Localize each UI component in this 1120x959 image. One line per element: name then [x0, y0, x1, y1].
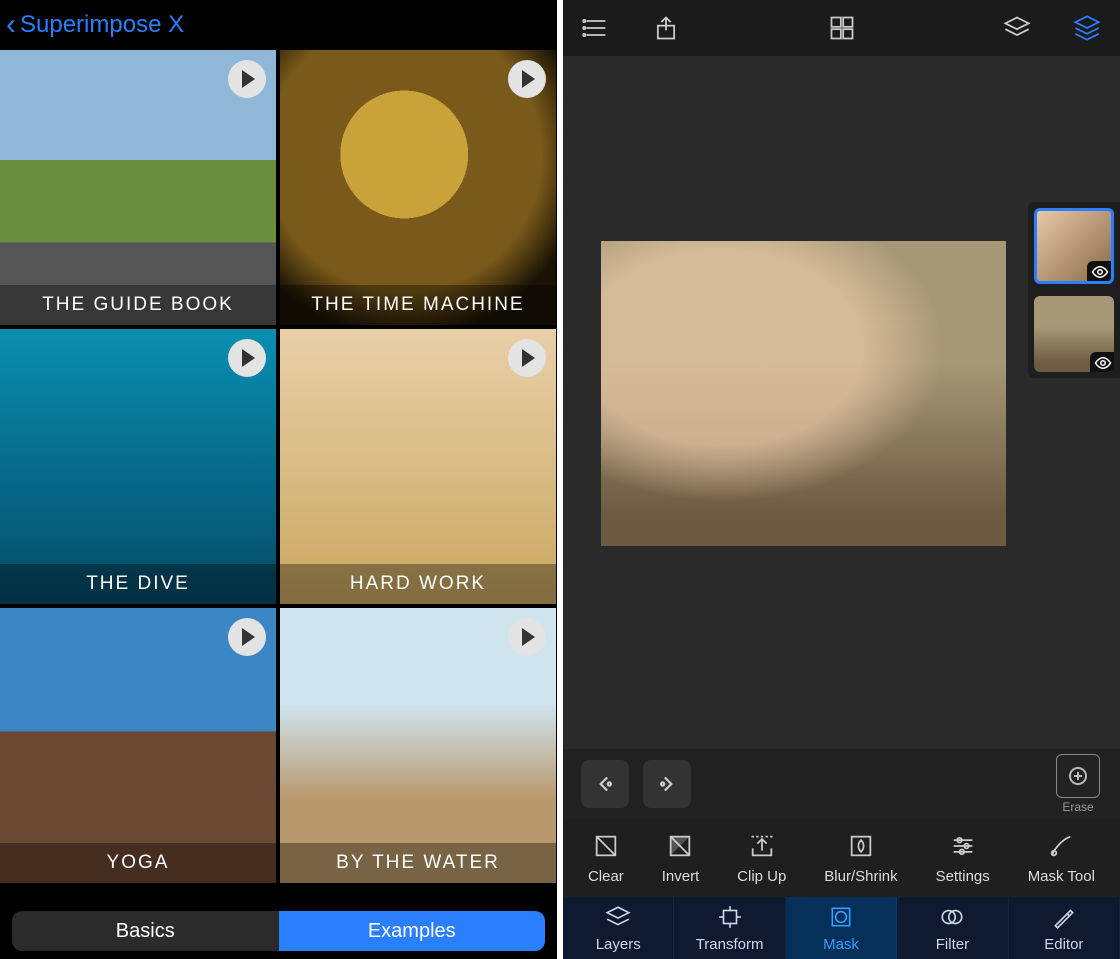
- editor-screen: Erase Clear Invert Clip Up Blur/Shrink Setti…: [563, 0, 1120, 959]
- undo-button[interactable]: [581, 760, 629, 808]
- play-icon[interactable]: [508, 618, 546, 656]
- tab-mask[interactable]: Mask: [786, 897, 897, 959]
- settings-button[interactable]: Settings: [936, 832, 990, 885]
- layer-thumbnail[interactable]: [1034, 208, 1114, 284]
- settings-icon: [949, 832, 977, 864]
- tile-caption: YOGA: [0, 843, 276, 883]
- layers-tab-icon: [605, 904, 631, 934]
- history-bar: Erase: [563, 749, 1120, 819]
- visibility-eye-icon[interactable]: [1087, 261, 1113, 283]
- tutorial-tile[interactable]: THE DIVE: [0, 329, 276, 604]
- layer-panel: [1028, 202, 1120, 378]
- tool-label: Settings: [936, 868, 990, 885]
- canvas-area[interactable]: [563, 56, 1120, 829]
- tab-transform[interactable]: Transform: [674, 897, 785, 959]
- clear-icon: [592, 832, 620, 864]
- masktool-icon: [1047, 832, 1075, 864]
- play-icon[interactable]: [508, 60, 546, 98]
- grid-icon[interactable]: [827, 13, 857, 43]
- back-chevron-icon[interactable]: ‹: [6, 8, 16, 42]
- tool-label: Invert: [662, 868, 700, 885]
- list-icon[interactable]: [581, 13, 611, 43]
- erase-label: Erase: [1062, 800, 1093, 814]
- tool-label: Mask Tool: [1028, 868, 1095, 885]
- tab-label: Filter: [936, 936, 969, 953]
- canvas-image[interactable]: [601, 241, 1006, 546]
- segment-control[interactable]: Basics Examples: [12, 911, 545, 951]
- tab-layers[interactable]: Layers: [563, 897, 674, 959]
- tile-caption: THE GUIDE BOOK: [0, 285, 276, 325]
- invert-icon: [666, 832, 694, 864]
- tutorial-tile[interactable]: THE TIME MACHINE: [280, 50, 556, 325]
- tool-label: Blur/Shrink: [824, 868, 897, 885]
- tile-caption: THE TIME MACHINE: [280, 285, 556, 325]
- blur-button[interactable]: Blur/Shrink: [824, 832, 897, 885]
- tab-label: Transform: [696, 936, 764, 953]
- layers-icon[interactable]: [1072, 13, 1102, 43]
- play-icon[interactable]: [228, 618, 266, 656]
- nav-bar: ‹ Superimpose X: [0, 0, 557, 50]
- layer-thumbnail[interactable]: [1034, 296, 1114, 372]
- tutorial-tile[interactable]: YOGA: [0, 608, 276, 883]
- tab-editor[interactable]: Editor: [1009, 897, 1120, 959]
- top-toolbar: [563, 0, 1120, 56]
- tutorial-grid: THE GUIDE BOOK THE TIME MACHINE THE DIVE…: [0, 50, 557, 883]
- mask-icon: [828, 904, 854, 934]
- tab-label: Mask: [823, 936, 859, 953]
- clear-button[interactable]: Clear: [588, 832, 624, 885]
- tab-label: Layers: [596, 936, 641, 953]
- filter-icon: [939, 904, 965, 934]
- tutorial-gallery-screen: ‹ Superimpose X THE GUIDE BOOK THE TIME …: [0, 0, 557, 959]
- bottom-tabs: Layers Transform Mask Filter Editor: [563, 897, 1120, 959]
- tutorial-tile[interactable]: THE GUIDE BOOK: [0, 50, 276, 325]
- segment-examples[interactable]: Examples: [279, 911, 546, 951]
- editor-icon: [1051, 904, 1077, 934]
- tile-caption: THE DIVE: [0, 564, 276, 604]
- mask-tools-toolbar: Clear Invert Clip Up Blur/Shrink Settings Mas…: [563, 819, 1120, 897]
- tab-label: Editor: [1044, 936, 1083, 953]
- stack-icon[interactable]: [1002, 13, 1032, 43]
- tool-label: Clear: [588, 868, 624, 885]
- visibility-eye-icon[interactable]: [1090, 352, 1114, 372]
- clipup-button[interactable]: Clip Up: [737, 832, 786, 885]
- tutorial-tile[interactable]: HARD WORK: [280, 329, 556, 604]
- segment-basics[interactable]: Basics: [12, 911, 279, 951]
- tile-caption: BY THE WATER: [280, 843, 556, 883]
- blur-icon: [847, 832, 875, 864]
- play-icon[interactable]: [228, 339, 266, 377]
- clipup-icon: [748, 832, 776, 864]
- tile-caption: HARD WORK: [280, 564, 556, 604]
- tab-filter[interactable]: Filter: [897, 897, 1008, 959]
- play-icon[interactable]: [508, 339, 546, 377]
- erase-mode-button[interactable]: Erase: [1054, 754, 1102, 814]
- back-title[interactable]: Superimpose X: [20, 11, 184, 39]
- tool-label: Clip Up: [737, 868, 786, 885]
- share-icon[interactable]: [651, 13, 681, 43]
- transform-icon: [717, 904, 743, 934]
- play-icon[interactable]: [228, 60, 266, 98]
- masktool-button[interactable]: Mask Tool: [1028, 832, 1095, 885]
- tutorial-tile[interactable]: BY THE WATER: [280, 608, 556, 883]
- invert-button[interactable]: Invert: [662, 832, 700, 885]
- redo-button[interactable]: [643, 760, 691, 808]
